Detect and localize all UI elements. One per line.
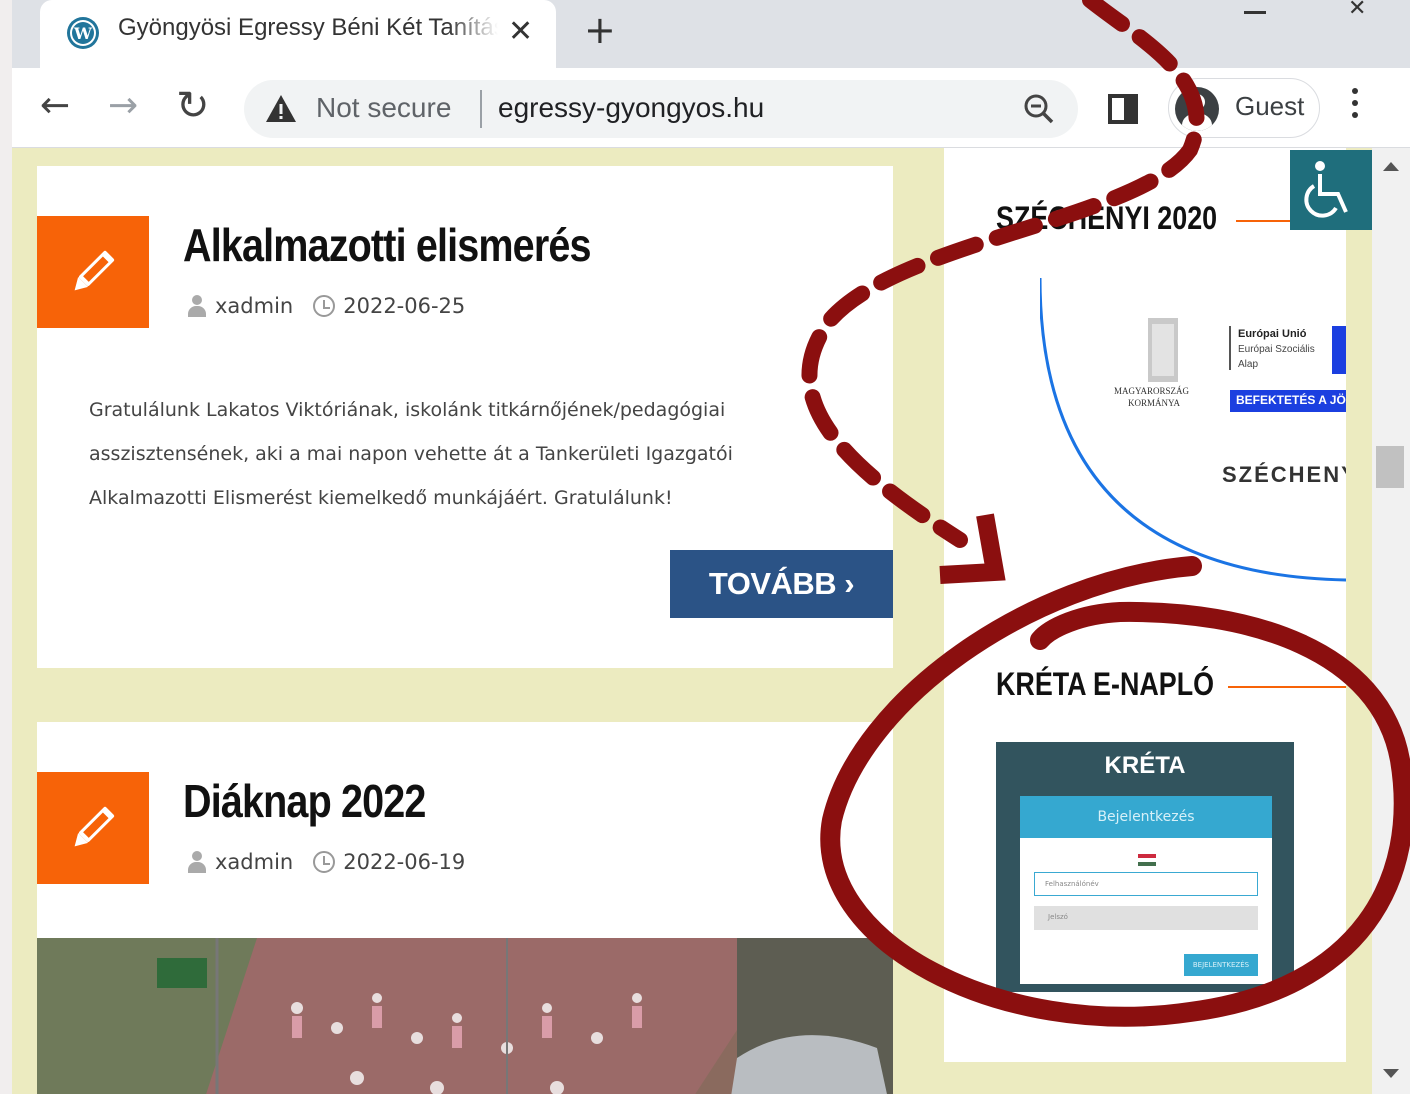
post-title[interactable]: Alkalmazotti elismerés xyxy=(183,218,592,272)
browser-window: W Gyöngyösi Egressy Béni Két Tanítási ✕ … xyxy=(0,0,1410,1094)
hungarian-flag-icon xyxy=(1138,854,1156,866)
zoom-icon[interactable] xyxy=(1022,92,1056,126)
back-button[interactable]: ← xyxy=(40,84,70,128)
accessibility-button[interactable] xyxy=(1290,150,1372,230)
kreta-login-button[interactable]: BEJELENTKEZÉS xyxy=(1184,954,1258,976)
post-title[interactable]: Diáknap 2022 xyxy=(183,774,426,828)
browser-toolbar: ← → ↻ Not secure egressy-gyongyos.hu Gue… xyxy=(12,68,1410,148)
post-meta: xadmin 2022-06-25 xyxy=(187,294,465,318)
kreta-login-panel: Bejelentkezés Felhasználónév Jelszó BEJE… xyxy=(1020,796,1272,984)
post-card: Diáknap 2022 xadmin 2022-06-19 xyxy=(37,722,893,1094)
warning-icon xyxy=(266,95,296,122)
widget-title-divider xyxy=(1228,686,1346,688)
eu-label: Európai Unió xyxy=(1238,328,1307,340)
post-format-badge xyxy=(37,216,149,328)
kreta-password-field[interactable]: Jelszó xyxy=(1034,906,1258,930)
kreta-logo: KRÉTA xyxy=(1104,752,1186,779)
esf-label: Európai Szociális xyxy=(1238,344,1315,355)
post-card: Alkalmazotti elismerés xadmin 2022-06-25… xyxy=(37,166,893,668)
forward-button[interactable]: → xyxy=(108,84,138,128)
page-scrollbar[interactable] xyxy=(1372,148,1410,1094)
profile-label: Guest xyxy=(1235,91,1305,121)
widget-title-divider xyxy=(1236,220,1292,222)
side-panel-icon[interactable] xyxy=(1108,94,1138,124)
new-tab-button[interactable]: + xyxy=(584,8,616,52)
widget-title-kreta: KRÉTA E-NAPLÓ xyxy=(996,666,1215,702)
page-viewport: Alkalmazotti elismerés xadmin 2022-06-25… xyxy=(12,148,1372,1094)
kreta-panel-title: Bejelentkezés xyxy=(1020,796,1272,838)
wheelchair-icon xyxy=(1304,161,1348,218)
wordpress-icon: W xyxy=(67,17,99,49)
user-icon xyxy=(187,295,207,317)
tab-title: Gyöngyösi Egressy Béni Két Tanítási xyxy=(118,14,498,42)
minimize-icon[interactable] xyxy=(1244,0,1266,14)
tab-close-button[interactable]: ✕ xyxy=(508,14,533,49)
scroll-up-icon[interactable] xyxy=(1383,162,1399,171)
url-text[interactable]: egressy-gyongyos.hu xyxy=(498,92,764,124)
clock-icon xyxy=(313,851,336,873)
esf-label-2: Alap xyxy=(1238,359,1259,370)
post-excerpt: Gratulálunk Lakatos Viktóriának, iskolán… xyxy=(89,399,733,509)
user-icon xyxy=(187,851,207,873)
scroll-down-icon[interactable] xyxy=(1383,1069,1399,1078)
post-meta: xadmin 2022-06-19 xyxy=(187,850,465,874)
profile-button[interactable]: Guest xyxy=(1168,78,1320,138)
widget-title-szechenyi: SZÉCHENYI 2020 xyxy=(996,200,1218,236)
svg-text:W: W xyxy=(73,24,93,43)
pencil-icon xyxy=(74,250,115,291)
sidebar: SZÉCHENYI 2020 Európai Unió Európai Szoc… xyxy=(944,148,1346,1062)
guest-avatar-icon xyxy=(1175,87,1219,131)
invest-label: BEFEKTETÉS A JÖVŐBE xyxy=(1236,393,1346,407)
address-separator xyxy=(480,90,482,128)
reload-button[interactable]: ↻ xyxy=(176,84,210,128)
clock-icon xyxy=(313,295,336,317)
read-more-button[interactable]: TOVÁBB › xyxy=(670,550,893,618)
tab-strip: W Gyöngyösi Egressy Béni Két Tanítási ✕ … xyxy=(12,0,1410,68)
security-status[interactable]: Not secure xyxy=(316,92,451,124)
menu-icon[interactable] xyxy=(1352,88,1360,124)
szechenyi-2020-badge[interactable]: Európai Unió Európai Szociális Alap MAGY… xyxy=(1040,274,1346,584)
close-window-icon[interactable]: ✕ xyxy=(1348,0,1366,21)
address-bar[interactable]: Not secure egressy-gyongyos.hu xyxy=(244,80,1078,138)
browser-tab[interactable]: W Gyöngyösi Egressy Béni Két Tanítási ✕ xyxy=(40,0,556,68)
scroll-thumb[interactable] xyxy=(1376,446,1404,488)
gov-label: MAGYARORSZÁG xyxy=(1114,386,1190,396)
kreta-username-field[interactable]: Felhasználónév xyxy=(1034,872,1258,896)
szechenyi-brand: SZÉCHENYI xyxy=(1222,462,1346,487)
post-format-badge xyxy=(37,772,149,884)
post-author[interactable]: xadmin xyxy=(215,294,293,318)
post-date: 2022-06-25 xyxy=(343,294,466,318)
kreta-login-banner[interactable]: KRÉTA Bejelentkezés Felhasználónév Jelsz… xyxy=(996,742,1294,992)
post-date: 2022-06-19 xyxy=(343,850,466,874)
pencil-icon xyxy=(74,806,115,847)
post-featured-image[interactable] xyxy=(37,938,893,1094)
post-author[interactable]: xadmin xyxy=(215,850,293,874)
gov-label-2: KORMÁNYA xyxy=(1128,398,1181,408)
